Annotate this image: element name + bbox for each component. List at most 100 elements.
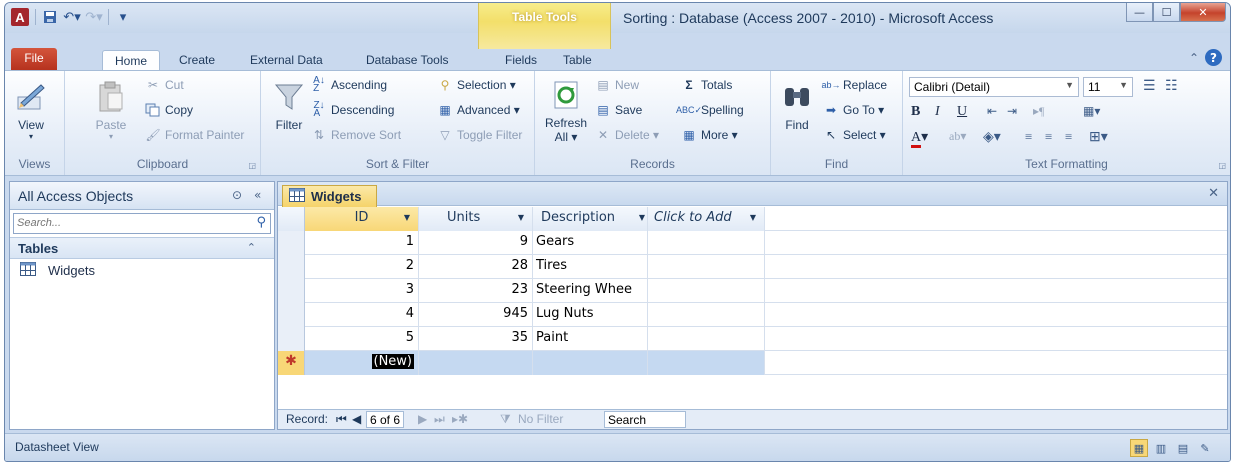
pivotchart-view-icon[interactable]: ▤ bbox=[1174, 439, 1192, 457]
table-row[interactable]: 5 35 Paint bbox=[278, 327, 1227, 351]
first-record-icon[interactable]: ⏮ bbox=[336, 412, 347, 427]
column-header-click-to-add[interactable]: Click to Add ▼ bbox=[648, 207, 765, 231]
cut-button[interactable]: ✂ Cut bbox=[145, 77, 184, 93]
record-selector[interactable] bbox=[278, 303, 305, 327]
access-app-icon[interactable]: A bbox=[11, 8, 29, 26]
cell-click-to-add[interactable] bbox=[648, 255, 765, 279]
highlight-icon[interactable]: ab▾ bbox=[949, 129, 966, 144]
bold-button[interactable]: B bbox=[911, 104, 920, 120]
record-selector[interactable] bbox=[278, 327, 305, 351]
tab-file[interactable]: File bbox=[11, 48, 57, 70]
document-tab-widgets[interactable]: Widgets bbox=[282, 185, 377, 207]
nav-search-input[interactable] bbox=[14, 214, 234, 232]
search-icon[interactable]: ⚲ bbox=[256, 215, 266, 230]
cell-units-new[interactable] bbox=[419, 351, 533, 375]
more-button[interactable]: ▦ More ▾ bbox=[681, 127, 737, 143]
tab-table[interactable]: Table bbox=[551, 50, 604, 72]
help-icon[interactable]: ? bbox=[1205, 49, 1222, 66]
column-header-units[interactable]: Units ▼ bbox=[419, 207, 533, 231]
font-color-button[interactable]: A▾ bbox=[911, 129, 928, 148]
advanced-button[interactable]: ▦ Advanced ▾ bbox=[437, 102, 519, 118]
cell-click-to-add[interactable] bbox=[648, 279, 765, 303]
delete-record-button[interactable]: ✕ Delete ▾ bbox=[595, 127, 659, 143]
totals-button[interactable]: Σ Totals bbox=[681, 77, 732, 93]
align-center-icon[interactable]: ≡ bbox=[1045, 129, 1052, 145]
chevron-down-icon[interactable]: ▼ bbox=[750, 213, 756, 222]
cell-id[interactable]: 5 bbox=[305, 327, 419, 351]
italic-button[interactable]: I bbox=[935, 104, 940, 120]
view-button[interactable]: View ▾ bbox=[13, 79, 49, 141]
clipboard-launcher-icon[interactable]: ◲ bbox=[248, 161, 256, 170]
cell-units[interactable]: 28 bbox=[419, 255, 533, 279]
new-record-button[interactable]: ▤ New bbox=[595, 77, 639, 93]
record-selector[interactable] bbox=[278, 231, 305, 255]
spelling-button[interactable]: ABC✓ Spelling bbox=[676, 102, 744, 118]
next-record-icon[interactable]: ▶ bbox=[418, 412, 427, 426]
cell-id[interactable]: 1 bbox=[305, 231, 419, 255]
column-header-description[interactable]: Description ▼ bbox=[533, 207, 648, 231]
underline-button[interactable]: U bbox=[957, 104, 967, 120]
font-name-select[interactable]: Calibri (Detail) ▼ bbox=[909, 77, 1079, 97]
align-left-icon[interactable]: ≡ bbox=[1025, 129, 1032, 145]
descending-button[interactable]: Z↓ A Descending bbox=[311, 101, 394, 119]
bullets-icon[interactable]: ☰ bbox=[1143, 78, 1156, 95]
last-record-icon[interactable]: ⏭ bbox=[434, 412, 445, 427]
redo-icon[interactable]: ↷▾ bbox=[85, 9, 102, 25]
find-button[interactable]: Find bbox=[779, 79, 815, 132]
cell-click-to-add[interactable] bbox=[648, 231, 765, 255]
record-selector[interactable] bbox=[278, 255, 305, 279]
minimize-ribbon-icon[interactable]: ⌃ bbox=[1189, 51, 1199, 65]
cell-description[interactable]: Lug Nuts bbox=[533, 303, 648, 327]
record-selector[interactable] bbox=[278, 279, 305, 303]
filter-button[interactable]: Filter bbox=[271, 79, 307, 132]
record-position-input[interactable]: 6 of 6 bbox=[366, 411, 405, 428]
datasheet-view-icon[interactable]: ▦ bbox=[1130, 439, 1148, 457]
nav-group-tables[interactable]: Tables ⌃ bbox=[10, 237, 274, 259]
cell-id[interactable]: 2 bbox=[305, 255, 419, 279]
cell-description[interactable]: Steering Whee bbox=[533, 279, 648, 303]
undo-icon[interactable]: ↶▾ bbox=[63, 9, 80, 25]
tab-home[interactable]: Home bbox=[102, 50, 161, 72]
close-document-icon[interactable]: ✕ bbox=[1208, 186, 1219, 201]
cell-description[interactable]: Gears bbox=[533, 231, 648, 255]
select-button[interactable]: ↖ Select ▾ bbox=[823, 127, 886, 143]
alternate-row-color-icon[interactable]: ⊞▾ bbox=[1089, 129, 1108, 146]
new-record-row[interactable]: ✱ (New) bbox=[278, 351, 1227, 375]
cell-description-new[interactable] bbox=[533, 351, 648, 375]
paste-button[interactable]: Paste ▾ bbox=[93, 79, 129, 141]
customize-qat-icon[interactable]: ▾ bbox=[115, 9, 131, 25]
table-row[interactable]: 1 9 Gears bbox=[278, 231, 1227, 255]
maximize-button[interactable]: ☐ bbox=[1153, 3, 1180, 22]
remove-sort-button[interactable]: ⇅ Remove Sort bbox=[311, 127, 401, 143]
tab-database-tools[interactable]: Database Tools bbox=[354, 50, 461, 72]
close-button[interactable]: ✕ bbox=[1180, 3, 1226, 22]
toggle-filter-button[interactable]: ▽ Toggle Filter bbox=[437, 127, 522, 143]
nav-menu-icon[interactable]: ⊙ bbox=[232, 188, 242, 202]
nav-item-widgets[interactable]: Widgets bbox=[10, 259, 274, 281]
new-record-marker[interactable]: ✱ bbox=[278, 351, 305, 375]
save-icon[interactable] bbox=[42, 9, 58, 25]
cell-units[interactable]: 23 bbox=[419, 279, 533, 303]
minimize-button[interactable]: — bbox=[1126, 3, 1153, 22]
refresh-all-button[interactable]: Refresh All ▾ bbox=[545, 77, 587, 144]
table-row[interactable]: 2 28 Tires bbox=[278, 255, 1227, 279]
nav-pane-header[interactable]: All Access Objects ⊙ « bbox=[10, 182, 274, 210]
chevron-down-icon[interactable]: ▼ bbox=[518, 213, 524, 222]
selection-button[interactable]: ⚲ Selection ▾ bbox=[437, 77, 516, 93]
design-view-icon[interactable]: ✎ bbox=[1196, 439, 1214, 457]
paragraph-direction-icon[interactable]: ▸¶ bbox=[1033, 104, 1044, 119]
select-all-corner[interactable] bbox=[278, 207, 305, 231]
decrease-indent-icon[interactable]: ⇤ bbox=[987, 104, 997, 119]
pivottable-view-icon[interactable]: ▥ bbox=[1152, 439, 1170, 457]
tab-external-data[interactable]: External Data bbox=[238, 50, 335, 72]
text-formatting-launcher-icon[interactable]: ◲ bbox=[1218, 161, 1226, 170]
tab-fields[interactable]: Fields bbox=[493, 50, 549, 72]
cell-click-to-add-new[interactable] bbox=[648, 351, 765, 375]
align-right-icon[interactable]: ≡ bbox=[1065, 129, 1072, 145]
table-row[interactable]: 4 945 Lug Nuts bbox=[278, 303, 1227, 327]
column-header-id[interactable]: ID ▼ bbox=[305, 207, 419, 231]
cell-id-new[interactable]: (New) bbox=[305, 351, 419, 375]
cell-description[interactable]: Paint bbox=[533, 327, 648, 351]
collapse-chevron-icon[interactable]: ⌃ bbox=[247, 241, 256, 254]
gridlines-icon[interactable]: ▦▾ bbox=[1083, 104, 1100, 119]
